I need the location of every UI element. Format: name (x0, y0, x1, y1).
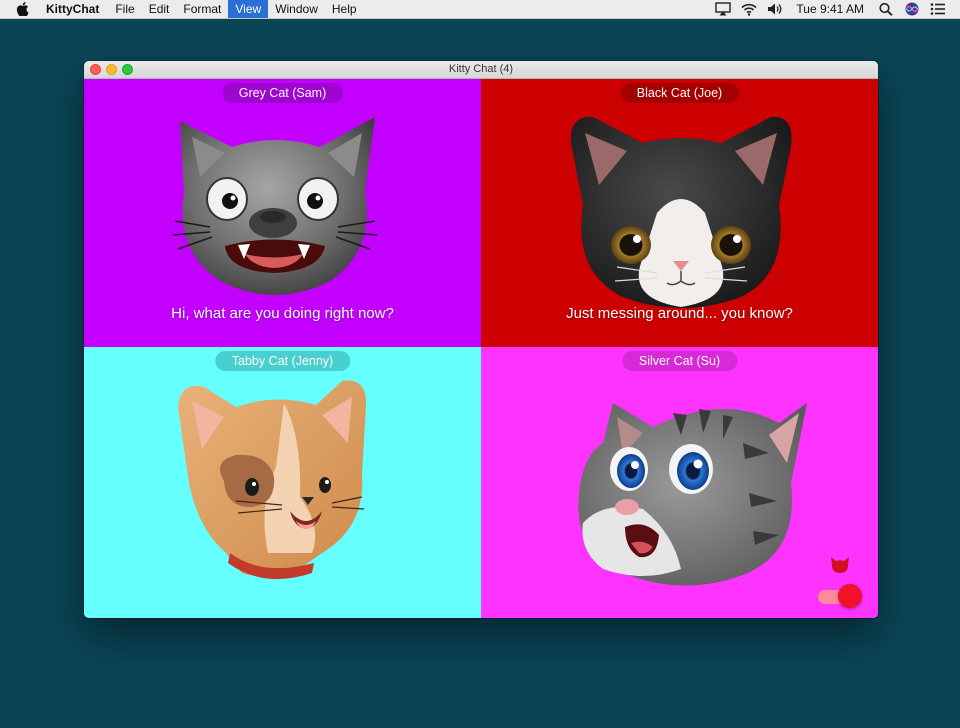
participant-name-label: Black Cat (Joe) (619, 83, 740, 103)
volume-icon[interactable] (767, 2, 783, 16)
window-title: Kitty Chat (4) (448, 63, 514, 75)
silver-cat-avatar (578, 403, 807, 586)
participant-tile-silver-cat[interactable]: Silver Cat (Su) (481, 347, 878, 618)
notification-center-icon[interactable] (930, 2, 946, 16)
close-window-button[interactable] (90, 64, 101, 75)
wifi-icon[interactable] (741, 2, 757, 16)
participant-tile-tabby-cat[interactable]: Tabby Cat (Jenny) (84, 347, 481, 618)
cat-mask-icon[interactable] (830, 556, 850, 574)
search-icon[interactable] (878, 2, 894, 16)
window-titlebar[interactable]: Kitty Chat (4) (84, 61, 878, 79)
airplay-icon[interactable] (715, 2, 732, 16)
menu-window[interactable]: Window (268, 0, 325, 18)
clock[interactable]: Tue 9:41 AM (796, 2, 864, 16)
kitty-chat-window: Kitty Chat (4) Grey Cat (Sam) Hi, what a… (84, 61, 878, 618)
participant-name-label: Grey Cat (Sam) (221, 83, 344, 103)
participant-tile-black-cat[interactable]: Black Cat (Joe) Just messing around... y… (481, 79, 878, 347)
menu-format[interactable]: Format (176, 0, 228, 18)
participant-name-label: Silver Cat (Su) (621, 351, 738, 371)
menu-view[interactable]: View (228, 0, 269, 18)
participant-name-label: Tabby Cat (Jenny) (214, 351, 351, 371)
siri-icon[interactable] (904, 2, 920, 16)
menu-bar: KittyChat File Edit Format View Window H… (0, 0, 960, 19)
tabby-cat-avatar (178, 380, 367, 580)
menu-edit[interactable]: Edit (142, 0, 177, 18)
menu-help[interactable]: Help (325, 0, 364, 18)
participant-tile-grey-cat[interactable]: Grey Cat (Sam) Hi, what are you doing ri… (84, 79, 481, 347)
zoom-window-button[interactable] (122, 64, 133, 75)
apple-menu-icon[interactable] (14, 1, 30, 17)
minimize-window-button[interactable] (106, 64, 117, 75)
video-grid: Grey Cat (Sam) Hi, what are you doing ri… (84, 79, 878, 618)
chat-message-caption: Just messing around... you know? (566, 305, 793, 322)
camera-toggle-switch[interactable] (818, 584, 862, 608)
grey-cat-avatar (172, 117, 378, 295)
toggle-knob (838, 584, 862, 608)
app-menu[interactable]: KittyChat (38, 0, 108, 18)
chat-message-caption: Hi, what are you doing right now? (171, 305, 394, 322)
black-cat-avatar (570, 116, 792, 308)
menu-file[interactable]: File (108, 0, 141, 18)
